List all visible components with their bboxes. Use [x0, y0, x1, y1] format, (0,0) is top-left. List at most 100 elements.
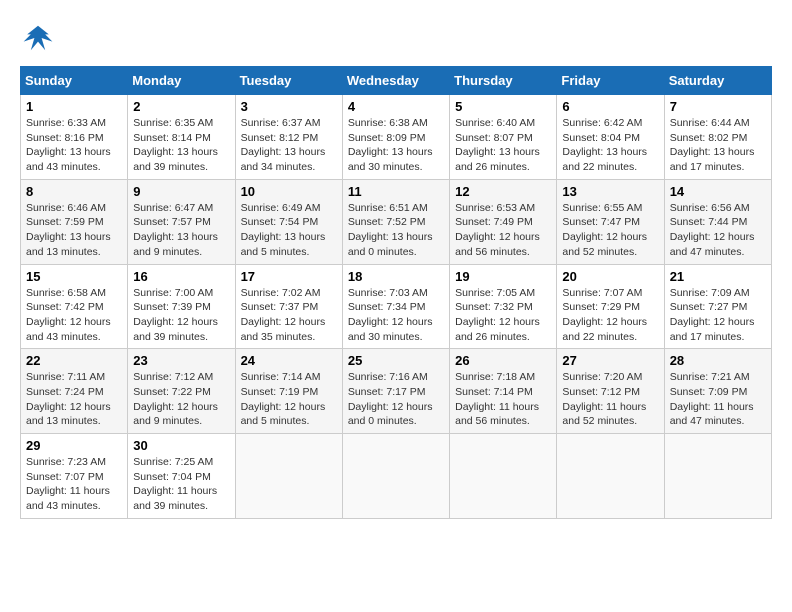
sunrise-text: Sunrise: 6:42 AM [562, 117, 642, 129]
day-info: Sunrise: 7:02 AM Sunset: 7:37 PM Dayligh… [241, 286, 337, 345]
sunrise-text: Sunrise: 7:03 AM [348, 287, 428, 299]
day-number: 26 [455, 353, 551, 368]
calendar-cell: 20 Sunrise: 7:07 AM Sunset: 7:29 PM Dayl… [557, 264, 664, 349]
day-number: 2 [133, 99, 229, 114]
day-info: Sunrise: 6:56 AM Sunset: 7:44 PM Dayligh… [670, 201, 766, 260]
daylight-text: Daylight: 13 hours and 9 minutes. [133, 231, 218, 258]
sunset-text: Sunset: 7:14 PM [455, 386, 533, 398]
day-number: 10 [241, 184, 337, 199]
sunset-text: Sunset: 7:34 PM [348, 301, 426, 313]
calendar-week-5: 29 Sunrise: 7:23 AM Sunset: 7:07 PM Dayl… [21, 434, 772, 519]
day-number: 14 [670, 184, 766, 199]
sunrise-text: Sunrise: 7:18 AM [455, 371, 535, 383]
sunset-text: Sunset: 8:02 PM [670, 132, 748, 144]
calendar-cell: 16 Sunrise: 7:00 AM Sunset: 7:39 PM Dayl… [128, 264, 235, 349]
day-info: Sunrise: 6:35 AM Sunset: 8:14 PM Dayligh… [133, 116, 229, 175]
calendar-week-2: 8 Sunrise: 6:46 AM Sunset: 7:59 PM Dayli… [21, 179, 772, 264]
daylight-text: Daylight: 12 hours and 43 minutes. [26, 316, 111, 343]
calendar-cell: 2 Sunrise: 6:35 AM Sunset: 8:14 PM Dayli… [128, 95, 235, 180]
day-number: 30 [133, 438, 229, 453]
day-number: 17 [241, 269, 337, 284]
calendar-cell: 5 Sunrise: 6:40 AM Sunset: 8:07 PM Dayli… [450, 95, 557, 180]
calendar-cell: 18 Sunrise: 7:03 AM Sunset: 7:34 PM Dayl… [342, 264, 449, 349]
daylight-text: Daylight: 12 hours and 9 minutes. [133, 401, 218, 428]
sunset-text: Sunset: 7:07 PM [26, 471, 104, 483]
calendar-week-3: 15 Sunrise: 6:58 AM Sunset: 7:42 PM Dayl… [21, 264, 772, 349]
day-number: 18 [348, 269, 444, 284]
sunset-text: Sunset: 7:54 PM [241, 216, 319, 228]
weekday-header-wednesday: Wednesday [342, 67, 449, 95]
calendar-cell: 12 Sunrise: 6:53 AM Sunset: 7:49 PM Dayl… [450, 179, 557, 264]
day-number: 19 [455, 269, 551, 284]
sunrise-text: Sunrise: 6:33 AM [26, 117, 106, 129]
day-info: Sunrise: 6:55 AM Sunset: 7:47 PM Dayligh… [562, 201, 658, 260]
calendar-cell: 15 Sunrise: 6:58 AM Sunset: 7:42 PM Dayl… [21, 264, 128, 349]
sunrise-text: Sunrise: 6:47 AM [133, 202, 213, 214]
daylight-text: Daylight: 12 hours and 30 minutes. [348, 316, 433, 343]
sunset-text: Sunset: 7:17 PM [348, 386, 426, 398]
sunset-text: Sunset: 8:09 PM [348, 132, 426, 144]
calendar-cell: 24 Sunrise: 7:14 AM Sunset: 7:19 PM Dayl… [235, 349, 342, 434]
sunset-text: Sunset: 7:24 PM [26, 386, 104, 398]
calendar-cell: 1 Sunrise: 6:33 AM Sunset: 8:16 PM Dayli… [21, 95, 128, 180]
weekday-header-thursday: Thursday [450, 67, 557, 95]
sunrise-text: Sunrise: 6:35 AM [133, 117, 213, 129]
sunset-text: Sunset: 7:04 PM [133, 471, 211, 483]
calendar-cell: 19 Sunrise: 7:05 AM Sunset: 7:32 PM Dayl… [450, 264, 557, 349]
day-number: 28 [670, 353, 766, 368]
calendar-cell: 29 Sunrise: 7:23 AM Sunset: 7:07 PM Dayl… [21, 434, 128, 519]
sunset-text: Sunset: 8:14 PM [133, 132, 211, 144]
day-info: Sunrise: 7:16 AM Sunset: 7:17 PM Dayligh… [348, 370, 444, 429]
daylight-text: Daylight: 13 hours and 39 minutes. [133, 146, 218, 173]
weekday-header-friday: Friday [557, 67, 664, 95]
daylight-text: Daylight: 11 hours and 39 minutes. [133, 485, 217, 512]
sunset-text: Sunset: 7:49 PM [455, 216, 533, 228]
calendar-cell: 26 Sunrise: 7:18 AM Sunset: 7:14 PM Dayl… [450, 349, 557, 434]
calendar-cell: 28 Sunrise: 7:21 AM Sunset: 7:09 PM Dayl… [664, 349, 771, 434]
day-number: 22 [26, 353, 122, 368]
day-number: 11 [348, 184, 444, 199]
sunrise-text: Sunrise: 6:58 AM [26, 287, 106, 299]
daylight-text: Daylight: 13 hours and 34 minutes. [241, 146, 326, 173]
day-info: Sunrise: 6:51 AM Sunset: 7:52 PM Dayligh… [348, 201, 444, 260]
sunset-text: Sunset: 7:29 PM [562, 301, 640, 313]
day-number: 3 [241, 99, 337, 114]
sunrise-text: Sunrise: 7:16 AM [348, 371, 428, 383]
day-number: 5 [455, 99, 551, 114]
day-number: 24 [241, 353, 337, 368]
sunset-text: Sunset: 8:12 PM [241, 132, 319, 144]
daylight-text: Daylight: 12 hours and 0 minutes. [348, 401, 433, 428]
day-info: Sunrise: 6:53 AM Sunset: 7:49 PM Dayligh… [455, 201, 551, 260]
day-info: Sunrise: 7:12 AM Sunset: 7:22 PM Dayligh… [133, 370, 229, 429]
day-info: Sunrise: 7:07 AM Sunset: 7:29 PM Dayligh… [562, 286, 658, 345]
day-number: 20 [562, 269, 658, 284]
calendar-cell [664, 434, 771, 519]
day-number: 7 [670, 99, 766, 114]
daylight-text: Daylight: 13 hours and 30 minutes. [348, 146, 433, 173]
weekday-header-sunday: Sunday [21, 67, 128, 95]
daylight-text: Daylight: 12 hours and 47 minutes. [670, 231, 755, 258]
day-number: 15 [26, 269, 122, 284]
calendar-week-1: 1 Sunrise: 6:33 AM Sunset: 8:16 PM Dayli… [21, 95, 772, 180]
day-number: 27 [562, 353, 658, 368]
sunset-text: Sunset: 7:12 PM [562, 386, 640, 398]
calendar-cell: 21 Sunrise: 7:09 AM Sunset: 7:27 PM Dayl… [664, 264, 771, 349]
sunset-text: Sunset: 7:59 PM [26, 216, 104, 228]
day-info: Sunrise: 7:03 AM Sunset: 7:34 PM Dayligh… [348, 286, 444, 345]
day-info: Sunrise: 7:05 AM Sunset: 7:32 PM Dayligh… [455, 286, 551, 345]
sunrise-text: Sunrise: 7:21 AM [670, 371, 750, 383]
sunrise-text: Sunrise: 6:40 AM [455, 117, 535, 129]
calendar-cell: 13 Sunrise: 6:55 AM Sunset: 7:47 PM Dayl… [557, 179, 664, 264]
day-info: Sunrise: 7:14 AM Sunset: 7:19 PM Dayligh… [241, 370, 337, 429]
calendar-table: SundayMondayTuesdayWednesdayThursdayFrid… [20, 66, 772, 519]
calendar-cell: 9 Sunrise: 6:47 AM Sunset: 7:57 PM Dayli… [128, 179, 235, 264]
daylight-text: Daylight: 12 hours and 5 minutes. [241, 401, 326, 428]
daylight-text: Daylight: 11 hours and 43 minutes. [26, 485, 110, 512]
calendar-cell: 7 Sunrise: 6:44 AM Sunset: 8:02 PM Dayli… [664, 95, 771, 180]
sunset-text: Sunset: 7:57 PM [133, 216, 211, 228]
calendar-cell: 4 Sunrise: 6:38 AM Sunset: 8:09 PM Dayli… [342, 95, 449, 180]
daylight-text: Daylight: 12 hours and 13 minutes. [26, 401, 111, 428]
calendar-cell: 8 Sunrise: 6:46 AM Sunset: 7:59 PM Dayli… [21, 179, 128, 264]
sunrise-text: Sunrise: 7:20 AM [562, 371, 642, 383]
sunrise-text: Sunrise: 7:09 AM [670, 287, 750, 299]
